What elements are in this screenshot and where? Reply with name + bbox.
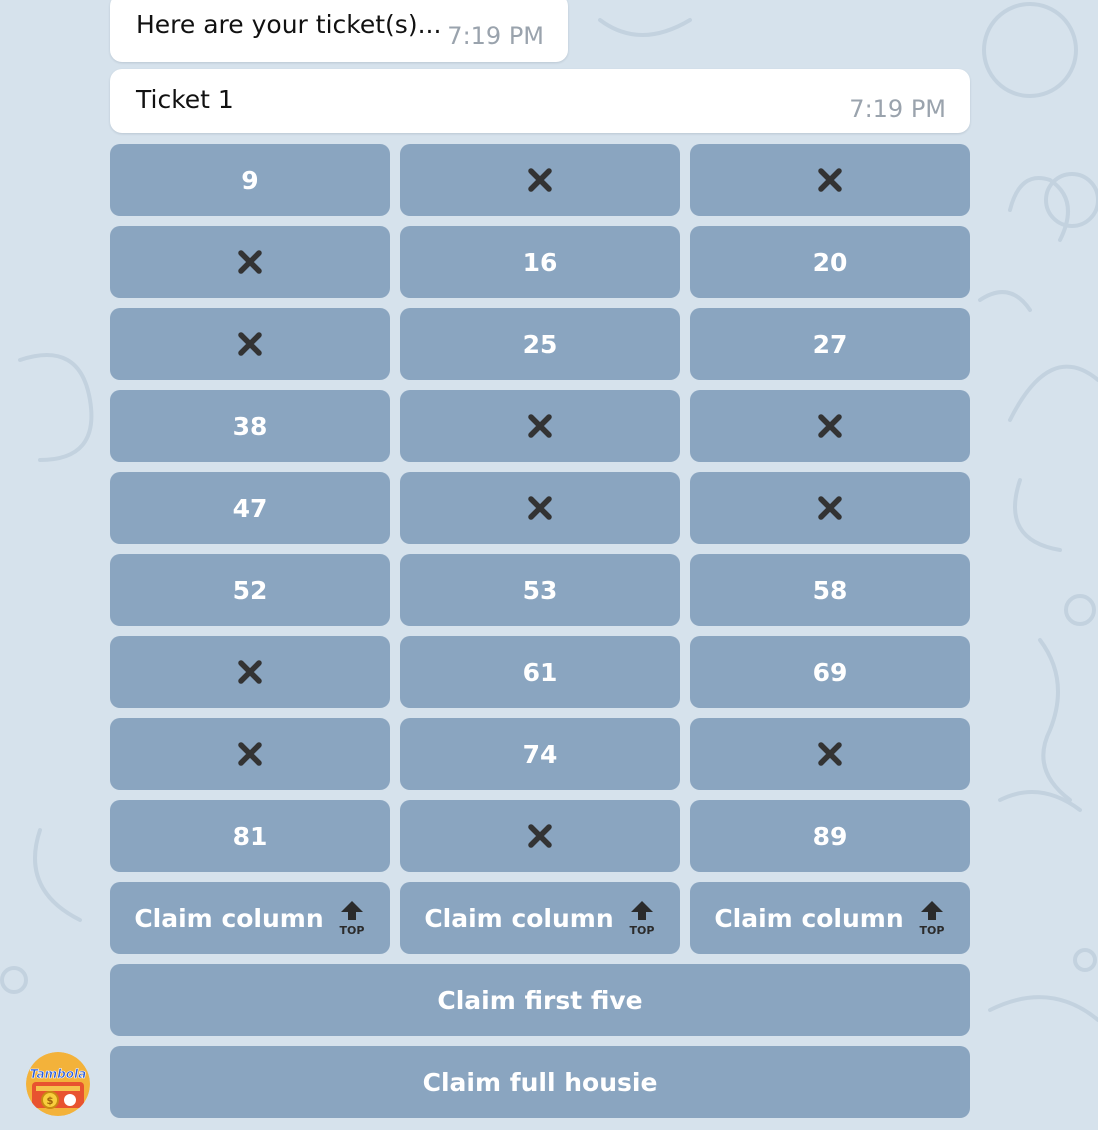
ticket-row: 38 xyxy=(110,390,970,462)
cross-mark-icon xyxy=(528,496,552,520)
top-arrow-icon: TOP xyxy=(629,901,654,936)
claim-first-five-label: Claim first five xyxy=(437,985,643,1015)
cross-mark-icon xyxy=(528,168,552,192)
ticket-row: 52 53 58 xyxy=(110,554,970,626)
ticket-row: 25 27 xyxy=(110,308,970,380)
cross-mark-icon xyxy=(238,660,262,684)
message-bubble-tickets-intro: Here are your ticket(s)... 7:19 PM xyxy=(110,0,568,62)
ticket-cell-marked-button[interactable] xyxy=(110,636,390,708)
svg-text:TOP: TOP xyxy=(339,924,364,936)
ticket-number-button[interactable]: 58 xyxy=(690,554,970,626)
claim-column-button[interactable]: Claim column TOP xyxy=(690,882,970,954)
ticket-cell-marked-button[interactable] xyxy=(400,144,680,216)
message-text: Ticket 1 xyxy=(136,85,234,114)
ticket-number-button[interactable]: 38 xyxy=(110,390,390,462)
ticket-number-button[interactable]: 47 xyxy=(110,472,390,544)
ticket-number-label: 16 xyxy=(522,247,558,277)
ticket-cell-marked-button[interactable] xyxy=(110,226,390,298)
ticket-number-label: 58 xyxy=(812,575,848,605)
svg-text:$: $ xyxy=(47,1096,54,1107)
ticket-number-button[interactable]: 81 xyxy=(110,800,390,872)
cross-mark-icon xyxy=(238,332,262,356)
ticket-cell-marked-button[interactable] xyxy=(400,390,680,462)
message-text: Here are your ticket(s)... xyxy=(136,10,442,39)
ticket-cell-marked-button[interactable] xyxy=(110,718,390,790)
ticket-number-button[interactable]: 20 xyxy=(690,226,970,298)
svg-text:Tambola: Tambola xyxy=(30,1067,86,1081)
claim-column-label: Claim column xyxy=(424,903,614,933)
top-arrow-icon: TOP xyxy=(919,901,944,936)
tambola-logo-icon: $ Tambola xyxy=(26,1052,90,1116)
ticket-number-label: 61 xyxy=(522,657,558,687)
ticket-number-button[interactable]: 27 xyxy=(690,308,970,380)
message-bubble-ticket-1: Ticket 1 7:19 PM xyxy=(110,69,970,133)
ticket-cell-marked-button[interactable] xyxy=(690,144,970,216)
bot-avatar[interactable]: $ Tambola xyxy=(26,1052,90,1116)
claim-column-button[interactable]: Claim column TOP xyxy=(400,882,680,954)
ticket-row: 16 20 xyxy=(110,226,970,298)
ticket-cell-marked-button[interactable] xyxy=(400,472,680,544)
ticket-number-label: 9 xyxy=(241,165,259,195)
ticket-number-button[interactable]: 74 xyxy=(400,718,680,790)
ticket-number-label: 20 xyxy=(812,247,848,277)
ticket-number-label: 27 xyxy=(812,329,848,359)
claim-column-label: Claim column xyxy=(134,903,324,933)
ticket-number-label: 89 xyxy=(812,821,848,851)
claim-column-label: Claim column xyxy=(714,903,904,933)
ticket-cell-marked-button[interactable] xyxy=(690,390,970,462)
cross-mark-icon xyxy=(818,742,842,766)
claim-full-housie-label: Claim full housie xyxy=(422,1067,658,1097)
claim-full-housie-button[interactable]: Claim full housie xyxy=(110,1046,970,1118)
ticket-number-button[interactable]: 89 xyxy=(690,800,970,872)
cross-mark-icon xyxy=(818,168,842,192)
ticket-number-label: 52 xyxy=(232,575,268,605)
claim-column-row: Claim column TOP Claim column TOP Claim colu… xyxy=(110,882,970,954)
svg-text:TOP: TOP xyxy=(919,924,944,936)
ticket-number-button[interactable]: 53 xyxy=(400,554,680,626)
ticket-number-button[interactable]: 9 xyxy=(110,144,390,216)
ticket-number-button[interactable]: 52 xyxy=(110,554,390,626)
ticket-cell-marked-button[interactable] xyxy=(690,472,970,544)
cross-mark-icon xyxy=(238,250,262,274)
ticket-number-label: 38 xyxy=(232,411,268,441)
ticket-number-button[interactable]: 61 xyxy=(400,636,680,708)
claim-first-five-row: Claim first five xyxy=(110,964,970,1036)
ticket-row: 81 89 xyxy=(110,800,970,872)
svg-text:TOP: TOP xyxy=(629,924,654,936)
ticket-number-label: 81 xyxy=(232,821,268,851)
cross-mark-icon xyxy=(818,414,842,438)
message-timestamp: 7:19 PM xyxy=(447,22,544,50)
cross-mark-icon xyxy=(818,496,842,520)
ticket-number-label: 74 xyxy=(522,739,558,769)
claim-full-housie-row: Claim full housie xyxy=(110,1046,970,1118)
cross-mark-icon xyxy=(528,824,552,848)
ticket-row: 9 xyxy=(110,144,970,216)
ticket-number-button[interactable]: 16 xyxy=(400,226,680,298)
inline-keyboard: 9 16 20 25 27 38 47 52 53 58 61 69 74 81 89 Claim colum… xyxy=(110,144,970,1128)
ticket-row: 61 69 xyxy=(110,636,970,708)
ticket-cell-marked-button[interactable] xyxy=(400,800,680,872)
ticket-cell-marked-button[interactable] xyxy=(690,718,970,790)
claim-first-five-button[interactable]: Claim first five xyxy=(110,964,970,1036)
cross-mark-icon xyxy=(528,414,552,438)
cross-mark-icon xyxy=(238,742,262,766)
ticket-number-button[interactable]: 69 xyxy=(690,636,970,708)
message-timestamp: 7:19 PM xyxy=(849,95,946,123)
ticket-row: 74 xyxy=(110,718,970,790)
ticket-number-label: 25 xyxy=(522,329,558,359)
top-arrow-icon: TOP xyxy=(339,901,364,936)
claim-column-button[interactable]: Claim column TOP xyxy=(110,882,390,954)
ticket-cell-marked-button[interactable] xyxy=(110,308,390,380)
ticket-number-button[interactable]: 25 xyxy=(400,308,680,380)
ticket-number-label: 53 xyxy=(522,575,558,605)
ticket-row: 47 xyxy=(110,472,970,544)
ticket-number-label: 69 xyxy=(812,657,848,687)
ticket-number-label: 47 xyxy=(232,493,268,523)
